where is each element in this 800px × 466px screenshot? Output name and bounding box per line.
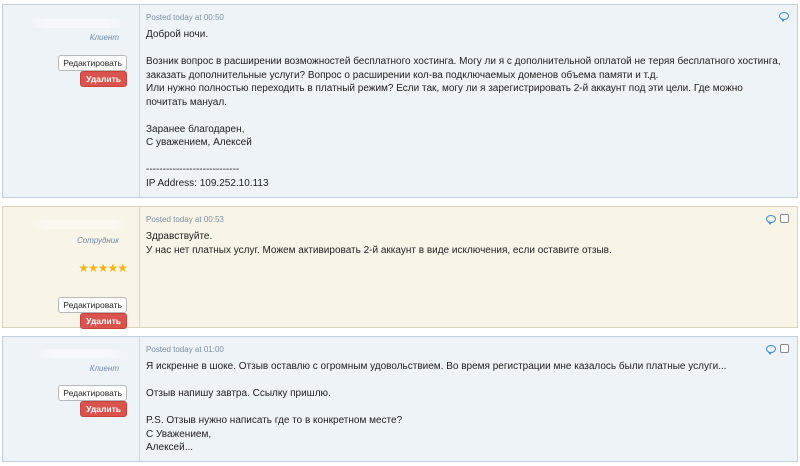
post-content: Posted today at 01:00 Я искренне в шоке.… <box>140 337 797 461</box>
post-line: С уважением, Алексей <box>146 137 252 148</box>
post-line: Доброй ночи. <box>146 29 209 40</box>
delete-button[interactable]: Удалить <box>80 401 127 417</box>
post-line: Алексей... <box>146 442 194 453</box>
quote-icon[interactable] <box>766 214 776 225</box>
post-line: Возник вопрос в расширении возможностей … <box>146 56 781 67</box>
ip-address: IP Address: 109.252.10.113 <box>146 177 269 189</box>
post-line <box>146 109 789 123</box>
author-panel: Клиент Редактировать Удалить <box>3 5 140 197</box>
reply-post-2: Сотрудник ★★★★★ Редактировать Удалить Po… <box>2 206 798 329</box>
post-content: Posted today at 00:50 Доброй ночи. Возни… <box>140 5 797 197</box>
author-panel: Клиент Редактировать Удалить <box>3 337 140 461</box>
edit-button[interactable]: Редактировать <box>58 297 127 313</box>
author-role: Сотрудник <box>76 236 119 245</box>
post-line: ---------------------------- <box>146 164 240 175</box>
post-text: Здравствуйте. У нас нет платных услуг. М… <box>146 230 789 257</box>
select-checkbox-icon[interactable] <box>780 214 789 223</box>
edit-button[interactable]: Редактировать <box>58 385 127 401</box>
quote-icon[interactable] <box>779 12 789 22</box>
author-name-redacted <box>35 349 127 358</box>
post-timestamp: Posted today at 00:53 <box>146 215 224 224</box>
post-line: P.S. Отзыв нужно написать где то в конкр… <box>146 415 403 426</box>
post-line: Заранее благодарен, <box>146 123 245 135</box>
post-line: Или нужно полностью переходить в платный… <box>146 83 743 94</box>
post-text: Доброй ночи. Возник вопрос в расширении … <box>146 28 789 190</box>
post-timestamp: Posted today at 01:00 <box>146 345 224 354</box>
post-line: заказать дополнительные услуги? Вопрос о… <box>146 69 659 81</box>
author-name-redacted <box>31 220 127 229</box>
post-tools <box>779 12 789 22</box>
reply-post-3: Клиент Редактировать Удалить Posted toda… <box>2 336 798 462</box>
reply-post-1: Клиент Редактировать Удалить Posted toda… <box>2 4 798 198</box>
post-line: Я искренне в шоке. Отзыв оставлю с огром… <box>146 361 727 372</box>
post-line: почитать мануал. <box>146 96 227 108</box>
post-content: Posted today at 00:53 Здравствуйте. У на… <box>140 207 797 327</box>
author-role: Клиент <box>89 364 119 373</box>
post-text: Я искренне в шоке. Отзыв оставлю с огром… <box>146 360 789 455</box>
post-line: Отзыв напишу завтра. Ссылку пришлю. <box>146 388 331 399</box>
post-tools <box>766 214 789 225</box>
quote-icon[interactable] <box>766 344 776 355</box>
author-role: Клиент <box>89 33 119 42</box>
post-line <box>146 42 789 56</box>
post-line <box>146 150 789 164</box>
delete-button[interactable]: Удалить <box>80 313 127 329</box>
post-line <box>146 374 789 388</box>
post-tools <box>766 344 789 355</box>
delete-button[interactable]: Удалить <box>80 71 127 87</box>
post-line: С Уважением, <box>146 428 212 440</box>
post-line <box>146 401 789 415</box>
select-checkbox-icon[interactable] <box>780 344 789 353</box>
author-name-redacted <box>27 19 127 28</box>
star-rating: ★★★★★ <box>78 261 128 275</box>
post-line: Здравствуйте. <box>146 231 213 242</box>
post-line: У нас нет платных услуг. Можем активиров… <box>146 244 612 256</box>
edit-button[interactable]: Редактировать <box>58 55 127 71</box>
author-panel: Сотрудник ★★★★★ Редактировать Удалить <box>3 207 140 329</box>
post-timestamp: Posted today at 00:50 <box>146 13 224 22</box>
